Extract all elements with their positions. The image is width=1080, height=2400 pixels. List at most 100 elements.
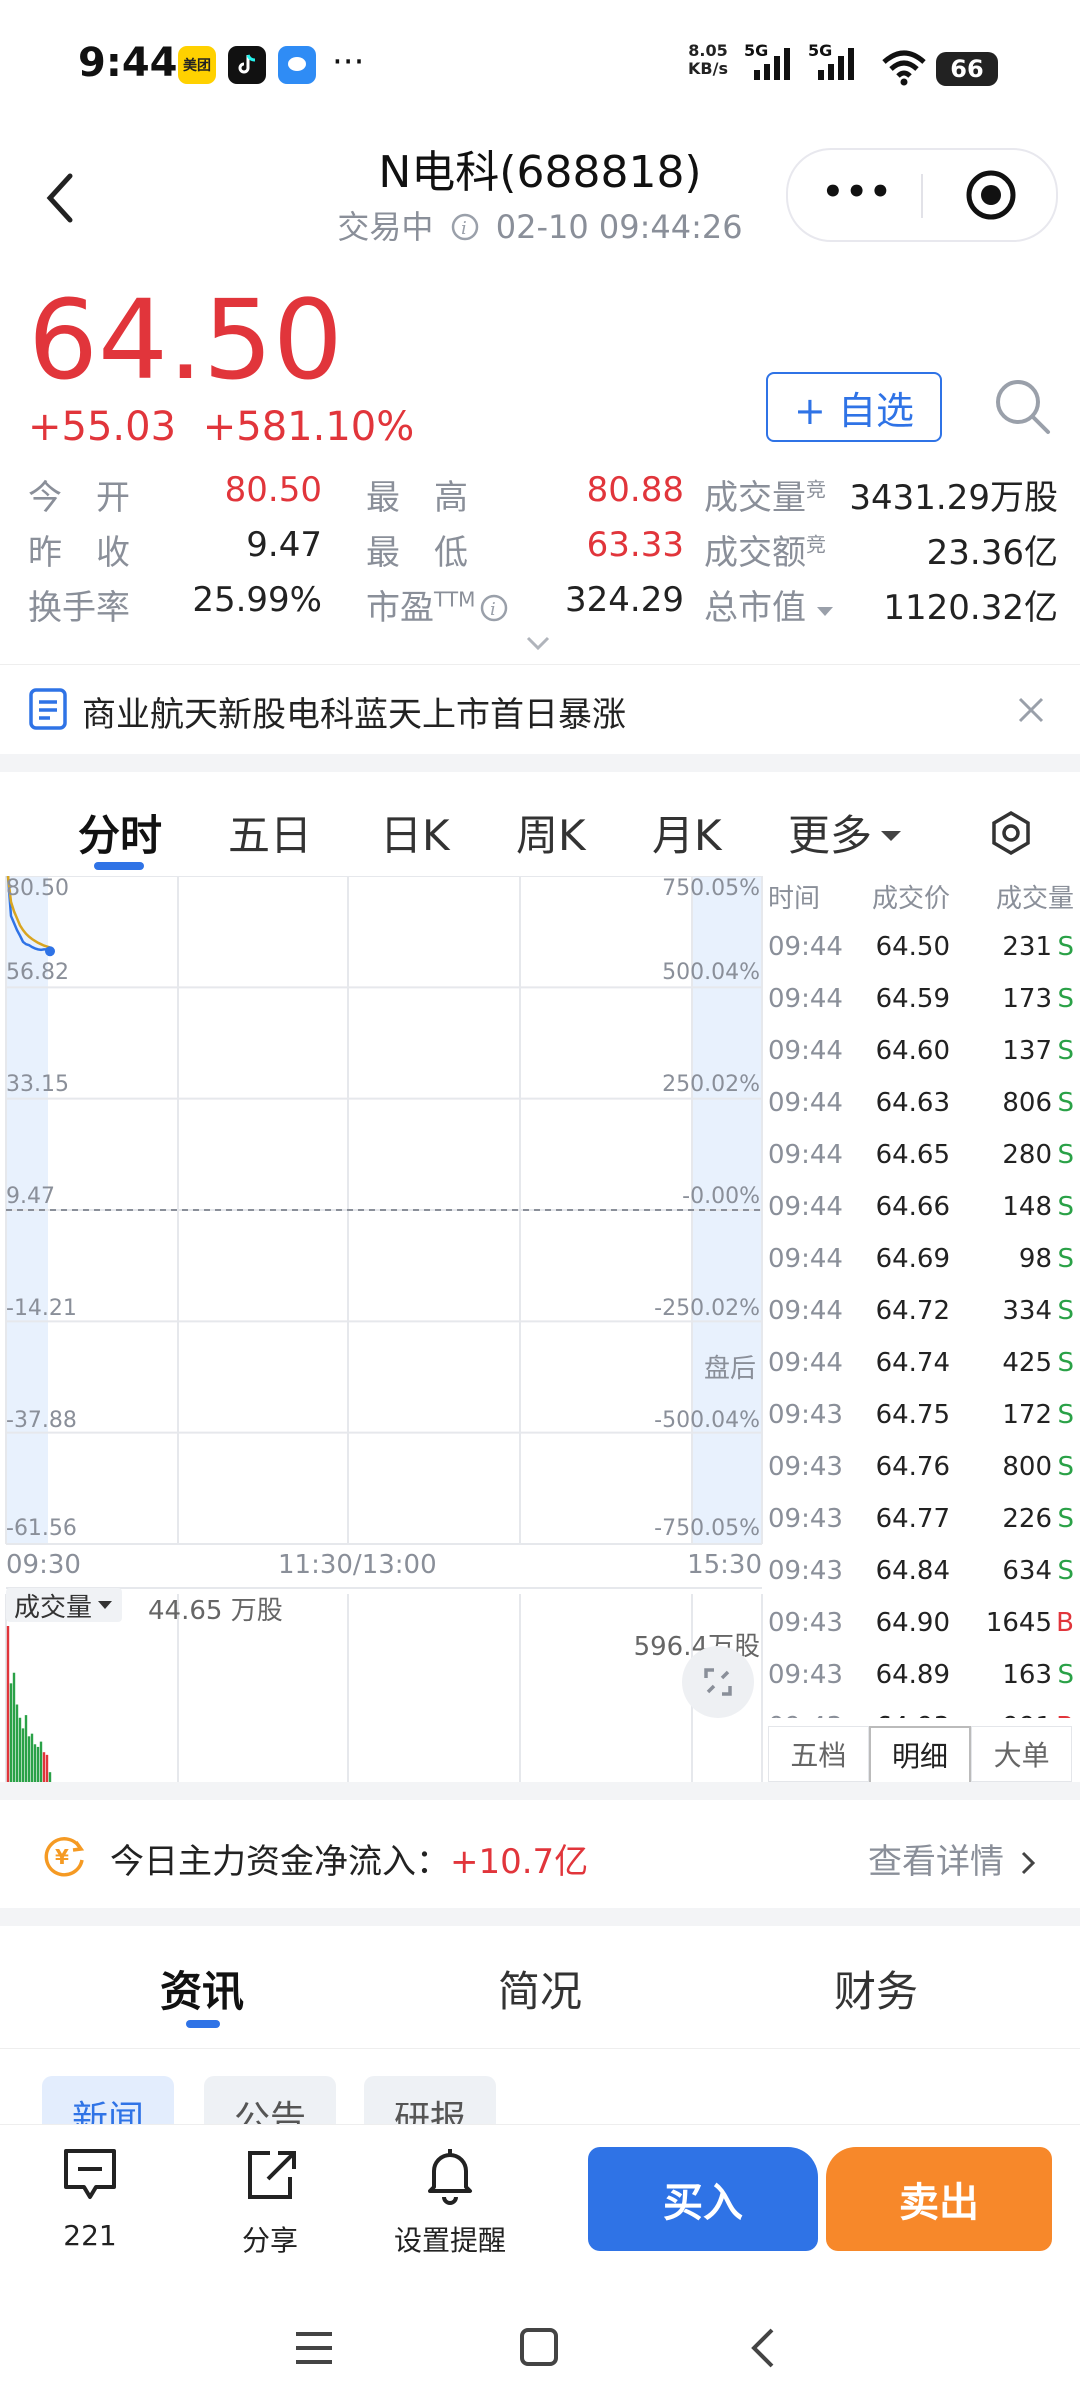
expand-chevron-icon[interactable] (524, 634, 552, 652)
close-icon[interactable] (1016, 695, 1046, 725)
volume-selector[interactable]: 成交量 (6, 1588, 123, 1623)
close-miniapp-icon[interactable] (964, 168, 1018, 222)
detail-tabs: 五档 明细 大单 (768, 1726, 1073, 1784)
time-label-open: 09:30 (6, 1550, 81, 1580)
tick-price: 64.93 (876, 1712, 950, 1718)
tick-time: 09:43 (768, 1608, 843, 1638)
tick-time: 09:44 (768, 1348, 843, 1378)
tick-side: S (1057, 1660, 1074, 1690)
tick-time: 09:43 (768, 1452, 843, 1482)
svg-text:¥: ¥ (55, 1845, 69, 1869)
view-details-link[interactable]: 查看详情 (868, 1834, 1038, 1883)
tab-monthly-k[interactable]: 月K (652, 802, 722, 863)
change-amount: +55.03 (28, 404, 177, 450)
volume-bar (27, 1736, 31, 1784)
tab-trade-detail[interactable]: 明细 (868, 1726, 972, 1784)
yuan-cycle-icon: ¥ (44, 1837, 85, 1877)
volume-bar (24, 1715, 28, 1784)
tick-side: S (1057, 1296, 1074, 1326)
info-icon[interactable]: i (450, 212, 480, 242)
active-tab-indicator (94, 862, 144, 870)
volume-bar (6, 1626, 10, 1784)
tick-row: 09:44 64.69 98 S (768, 1244, 1080, 1296)
tab-more[interactable]: 更多 (788, 802, 904, 863)
pe-info-icon[interactable]: i (479, 593, 509, 623)
tick-price: 64.69 (875, 1244, 950, 1274)
tab-large-orders[interactable]: 大单 (971, 1726, 1073, 1782)
section-divider (0, 1782, 1080, 1800)
tick-row: 09:43 64.89 163 S (768, 1660, 1080, 1712)
tick-time: 09:44 (768, 1036, 843, 1066)
svg-text:i: i (461, 218, 467, 239)
tick-price: 64.59 (875, 984, 950, 1014)
tick-row: 09:43 64.90 1645 B (768, 1608, 1080, 1660)
tick-header-price: 成交价 (871, 884, 950, 914)
tick-time: 09:44 (768, 1088, 843, 1118)
meituan-app-icon: 美团 (178, 46, 216, 84)
tick-volume: 137 (1002, 1036, 1052, 1066)
tick-price: 64.72 (875, 1296, 950, 1326)
sell-button[interactable]: 卖出 (826, 2147, 1052, 2251)
fund-flow-row[interactable]: ¥ 今日主力资金净流入：+10.7亿 查看详情 (0, 1800, 1080, 1910)
high-value: 80.88 (586, 470, 684, 510)
dropdown-triangle-icon (98, 1601, 113, 1609)
network-speed: 8.05 KB/s (688, 42, 728, 78)
back-nav-icon[interactable] (748, 2326, 778, 2370)
tick-row: 09:43 64.84 634 S (768, 1556, 1080, 1608)
dropdown-triangle-icon (881, 831, 902, 841)
market-cap-label[interactable]: 总市值 (704, 580, 836, 629)
comments-button[interactable]: 221 (40, 2145, 140, 2252)
high-label: 最 高 (366, 478, 468, 518)
fund-flow-label: 今日主力资金净流入： (110, 1842, 450, 1882)
menu-icon[interactable] (292, 2328, 336, 2368)
tick-header-time: 时间 (768, 884, 821, 914)
capsule-more-button[interactable]: ••• (822, 172, 893, 212)
section-divider (0, 1908, 1080, 1926)
tab-daily-k[interactable]: 日K (380, 802, 450, 863)
turnover-label: 成交额竞 (704, 525, 826, 574)
tick-volume: 148 (1002, 1192, 1052, 1222)
search-icon[interactable] (990, 374, 1054, 438)
price-label: -61.56 (6, 1516, 77, 1541)
current-price: 64.50 (28, 276, 343, 404)
tab-news-feed[interactable]: 资讯 (160, 1958, 244, 2019)
tick-time: 09:44 (768, 1244, 843, 1274)
tab-intraday[interactable]: 分时 (78, 802, 162, 863)
home-icon[interactable] (518, 2326, 560, 2368)
price-label: 56.82 (6, 960, 69, 985)
share-button[interactable]: 分享 (220, 2145, 320, 2259)
tab-five-day[interactable]: 五日 (228, 802, 312, 863)
tab-financials[interactable]: 财务 (834, 1958, 918, 2019)
tick-side: S (1057, 1348, 1074, 1378)
capsule-divider (921, 174, 923, 218)
svg-text:5G: 5G (808, 41, 832, 60)
news-banner[interactable]: 商业航天新股电科蓝天上市首日暴涨 (0, 664, 1080, 753)
current-price-dot (45, 946, 55, 957)
signal-icon: 5G 5G (744, 41, 854, 80)
set-alert-button[interactable]: 设置提醒 (380, 2145, 520, 2259)
tab-weekly-k[interactable]: 周K (516, 802, 586, 863)
price-label: 33.15 (6, 1072, 69, 1097)
tick-side: S (1057, 1452, 1074, 1482)
tick-side: S (1057, 1192, 1074, 1222)
tick-row: 09:44 64.63 806 S (768, 1088, 1080, 1140)
pct-label: -250.02% (654, 1296, 760, 1321)
tick-volume: 800 (1002, 1452, 1052, 1482)
tick-row: 09:44 64.65 280 S (768, 1140, 1080, 1192)
info-tabs: 资讯 简况 财务 (0, 1928, 1080, 2049)
tick-side: S (1057, 1556, 1074, 1586)
tick-row: 09:44 64.74 425 S (768, 1348, 1080, 1400)
tick-time: 09:44 (768, 1296, 843, 1326)
svg-text:i: i (490, 599, 496, 620)
buy-button[interactable]: 买入 (588, 2147, 818, 2251)
add-watchlist-button[interactable]: + 自选 (766, 372, 942, 442)
pct-label: -750.05% (654, 1516, 760, 1541)
tick-volume: 226 (1002, 1504, 1052, 1534)
tab-overview[interactable]: 简况 (498, 1958, 582, 2019)
fullscreen-button[interactable] (682, 1646, 754, 1718)
dropdown-triangle-icon (817, 607, 833, 616)
volume-value: 3431.29万股 (849, 478, 1058, 518)
tab-order-book[interactable]: 五档 (768, 1726, 869, 1782)
tick-row: 09:43 64.93 991 B (768, 1712, 1080, 1718)
settings-hexagon-icon[interactable] (988, 810, 1034, 856)
